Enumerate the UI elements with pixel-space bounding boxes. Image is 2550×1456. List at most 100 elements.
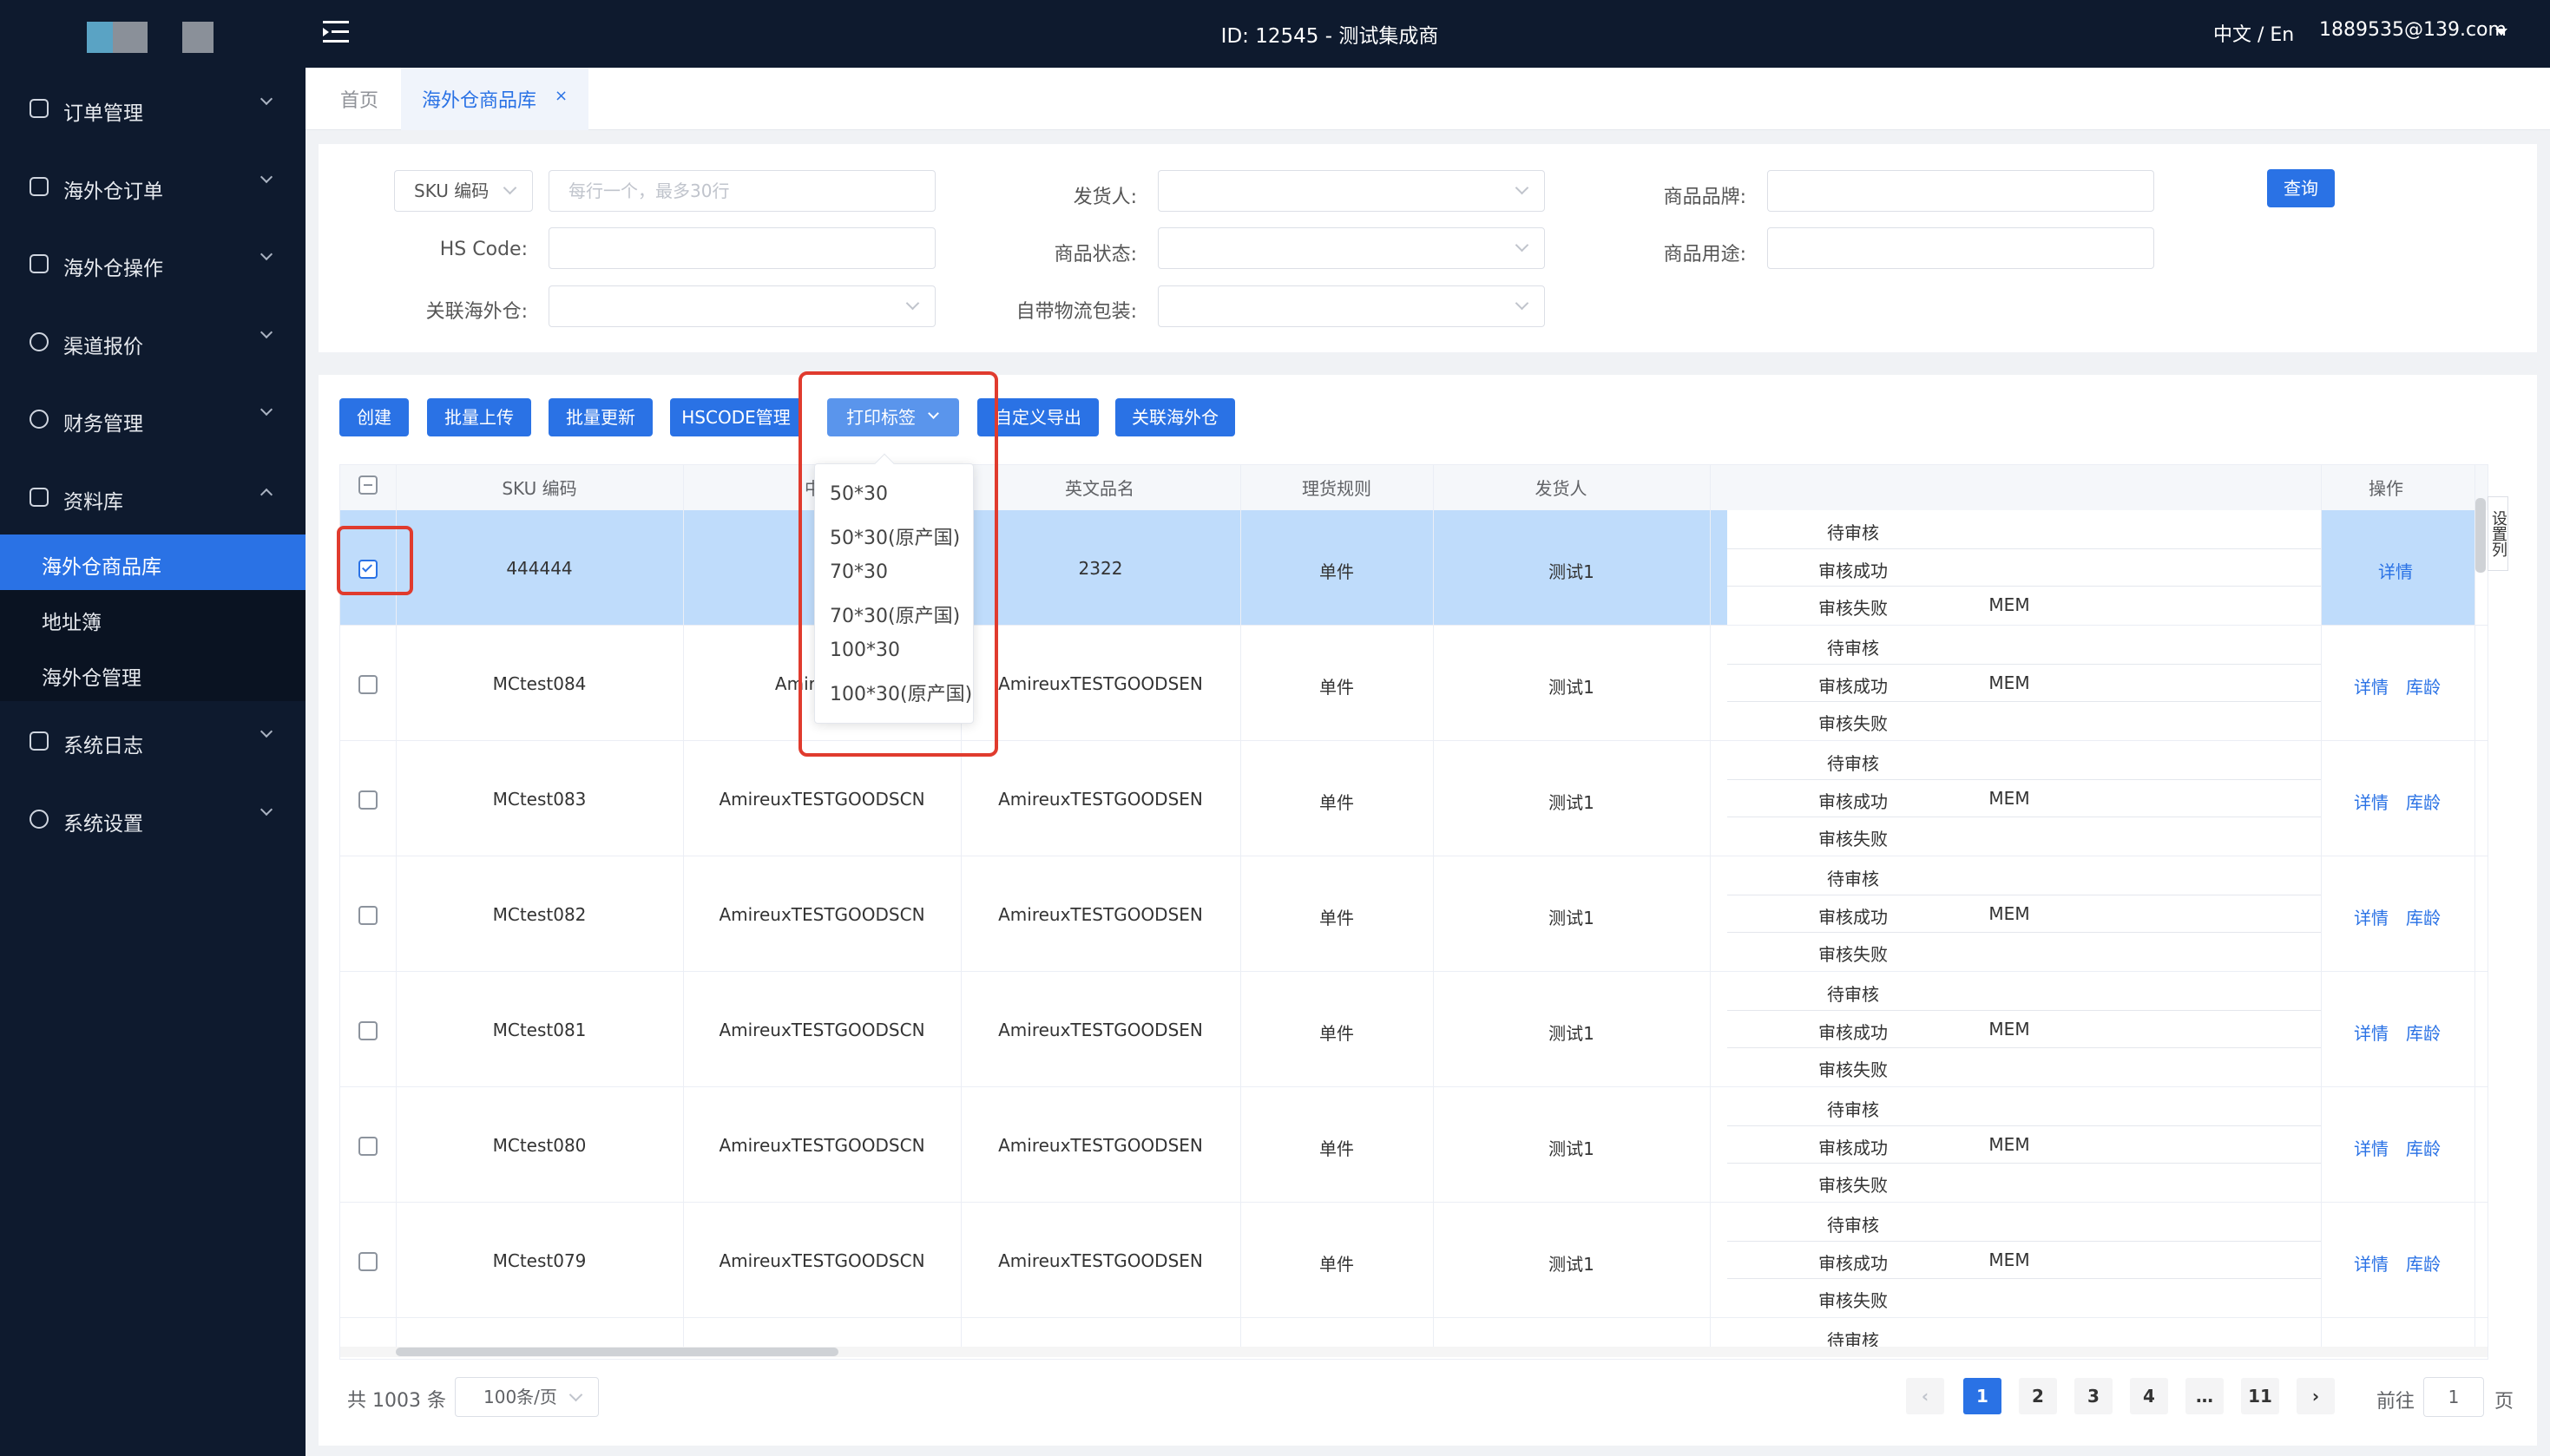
mem-label: MEM xyxy=(1988,1134,2030,1155)
shipper-label: 发货人: xyxy=(1073,187,1137,208)
chevron-down-icon xyxy=(260,725,273,738)
batch-upload-button[interactable]: 批量上传 xyxy=(427,398,531,436)
next-page-button[interactable]: › xyxy=(2297,1378,2335,1414)
cell-shipper: 测试1 xyxy=(1548,791,1594,813)
stock-age-link[interactable]: 库龄 xyxy=(2406,904,2441,929)
related-warehouse-select[interactable] xyxy=(549,285,936,327)
product-status-select[interactable] xyxy=(1158,227,1545,269)
sidebar-item-library[interactable]: 资料库 xyxy=(0,457,306,535)
row-checkbox[interactable] xyxy=(358,905,378,925)
sidebar-item-overseas-ops[interactable]: 海外仓操作 xyxy=(0,224,306,302)
row-divider xyxy=(340,971,2488,972)
sku-input[interactable]: 每行一个，最多30行 xyxy=(549,170,936,212)
detail-link[interactable]: 详情 xyxy=(2378,558,2413,583)
query-button[interactable]: 查询 xyxy=(2267,169,2335,207)
warehouse-icon xyxy=(30,254,49,273)
status-divider xyxy=(1727,932,2321,933)
sidebar-item-label: 系统日志 xyxy=(63,735,143,758)
header-en-name: 英文品名 xyxy=(1065,478,1134,499)
row-checkbox[interactable] xyxy=(358,1251,378,1271)
vertical-scrollbar-thumb[interactable] xyxy=(2475,498,2486,573)
calendar-icon xyxy=(30,731,49,751)
cell-rule: 单件 xyxy=(1319,1022,1354,1044)
status-label: 审核成功 xyxy=(1818,791,1888,812)
sidebar-item-orders[interactable]: 订单管理 xyxy=(0,69,306,147)
close-icon[interactable]: × xyxy=(555,87,568,105)
row-checkbox[interactable] xyxy=(358,1136,378,1156)
create-button[interactable]: 创建 xyxy=(339,398,409,436)
sidebar-item-label: 财务管理 xyxy=(63,413,143,436)
cell-sku: MCtest079 xyxy=(492,1249,587,1271)
menu-toggle-icon[interactable] xyxy=(323,21,349,43)
page-button[interactable]: 3 xyxy=(2074,1378,2113,1414)
sidebar-item-channel-quote[interactable]: 渠道报价 xyxy=(0,302,306,380)
sidebar-item-finance[interactable]: 财务管理 xyxy=(0,379,306,457)
hs-code-input[interactable] xyxy=(549,227,936,269)
tab-current[interactable]: 海外仓商品库 × xyxy=(401,68,588,130)
status-label: 审核失败 xyxy=(1818,1175,1888,1196)
chevron-down-icon xyxy=(260,803,273,817)
batch-update-button[interactable]: 批量更新 xyxy=(549,398,653,436)
header-rule: 理货规则 xyxy=(1302,478,1371,499)
select-all-checkbox[interactable] xyxy=(358,475,378,495)
own-logistics-label: 自带物流包装: xyxy=(1015,301,1137,323)
brand-input[interactable] xyxy=(1767,170,2154,212)
usage-input[interactable] xyxy=(1767,227,2154,269)
stock-age-link[interactable]: 库龄 xyxy=(2406,1020,2441,1045)
stock-age-link[interactable]: 库龄 xyxy=(2406,789,2441,814)
page-button[interactable]: 2 xyxy=(2019,1378,2057,1414)
sku-type-select[interactable]: SKU 编码 xyxy=(394,170,533,212)
detail-link[interactable]: 详情 xyxy=(2354,789,2389,814)
cell-sku: MCtest080 xyxy=(492,1134,587,1156)
language-switch[interactable]: 中文 / En xyxy=(2213,19,2294,47)
order-icon xyxy=(30,99,49,118)
sidebar-item-system-settings[interactable]: 系统设置 xyxy=(0,779,306,857)
hscode-button[interactable]: HSCODE管理 xyxy=(670,398,802,436)
cell-rule: 单件 xyxy=(1319,676,1354,698)
sidebar-subitem-overseas-products[interactable]: 海外仓商品库 xyxy=(0,535,306,590)
page-button[interactable]: 4 xyxy=(2130,1378,2168,1414)
chevron-up-icon xyxy=(260,488,273,502)
shipper-select[interactable] xyxy=(1158,170,1545,212)
sidebar-item-overseas-orders[interactable]: 海外仓订单 xyxy=(0,147,306,225)
horizontal-scrollbar-thumb[interactable] xyxy=(396,1348,838,1356)
caret-down-icon[interactable] xyxy=(2495,29,2507,36)
chevron-down-icon xyxy=(260,247,273,261)
status-label: 审核成功 xyxy=(1818,676,1888,697)
page-goto-input[interactable]: 1 xyxy=(2423,1377,2484,1417)
stock-age-link[interactable]: 库龄 xyxy=(2406,1250,2441,1276)
page-size-select[interactable]: 100条/页 xyxy=(455,1377,599,1417)
own-logistics-select[interactable] xyxy=(1158,285,1545,327)
status-label: 审核失败 xyxy=(1818,829,1888,849)
page-button[interactable]: 1 xyxy=(1963,1378,2001,1414)
column-settings-button[interactable]: 设置列 xyxy=(2488,496,2508,571)
row-checkbox[interactable] xyxy=(358,1020,378,1040)
stock-age-link[interactable]: 库龄 xyxy=(2406,1135,2441,1160)
sidebar-subitem-address-book[interactable]: 地址簿 xyxy=(0,590,306,646)
cell-sku: MCtest081 xyxy=(492,1019,587,1040)
link-warehouse-button[interactable]: 关联海外仓 xyxy=(1115,398,1235,436)
stock-age-link[interactable]: 库龄 xyxy=(2406,673,2441,698)
row-divider xyxy=(340,625,2488,626)
sidebar-subitem-warehouse-mgmt[interactable]: 海外仓管理 xyxy=(0,646,306,701)
row-checkbox[interactable] xyxy=(358,790,378,810)
page-ellipsis[interactable]: … xyxy=(2185,1378,2224,1414)
cell-shipper: 测试1 xyxy=(1548,676,1594,698)
cell-cn-name: AmireuxTESTGOODSCN xyxy=(719,1019,925,1040)
tab-home[interactable]: 首页 xyxy=(340,85,378,113)
detail-link[interactable]: 详情 xyxy=(2354,1250,2389,1276)
detail-link[interactable]: 详情 xyxy=(2354,1020,2389,1045)
row-checkbox[interactable] xyxy=(358,674,378,694)
page-button[interactable]: 11 xyxy=(2241,1378,2279,1414)
row-divider xyxy=(340,1202,2488,1203)
detail-link[interactable]: 详情 xyxy=(2354,673,2389,698)
sidebar-item-system-log[interactable]: 系统日志 xyxy=(0,701,306,779)
prev-page-button[interactable]: ‹ xyxy=(1906,1378,1944,1414)
detail-link[interactable]: 详情 xyxy=(2354,904,2389,929)
detail-link[interactable]: 详情 xyxy=(2354,1135,2389,1160)
hs-code-label: HS Code: xyxy=(439,239,528,260)
cell-shipper: 测试1 xyxy=(1548,907,1594,928)
cell-cn-name: AmireuxTESTGOODSCN xyxy=(719,1249,925,1271)
user-email[interactable]: 1889535@139.com xyxy=(2319,19,2507,41)
mem-label: MEM xyxy=(1988,672,2030,693)
